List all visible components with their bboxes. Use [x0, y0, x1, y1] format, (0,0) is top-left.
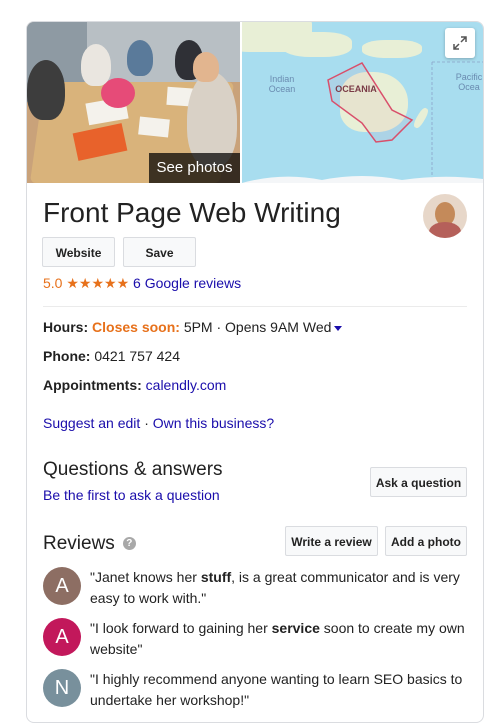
hours-label: Hours:	[43, 319, 89, 335]
avatar: N	[43, 669, 81, 707]
appointments-row: Appointments: calendly.com	[43, 377, 226, 393]
hours-detail[interactable]: 5PM · Opens 9AM Wed	[184, 319, 332, 335]
location-map[interactable]: Indian Ocean OCEANIA Pacific Ocea	[242, 22, 483, 183]
map-label-indian-ocean: Indian Ocean	[268, 74, 296, 94]
website-button[interactable]: Website	[42, 237, 115, 267]
suggest-edit-link[interactable]: Suggest an edit	[43, 415, 140, 431]
review-item[interactable]: A "I look forward to gaining her service…	[43, 618, 473, 662]
phone-value[interactable]: 0421 757 424	[94, 348, 180, 364]
divider	[43, 306, 467, 307]
business-avatar[interactable]	[423, 194, 467, 238]
review-text: "I highly recommend anyone wanting to le…	[90, 671, 463, 708]
qa-title: Questions & answers	[43, 459, 223, 480]
expand-icon	[453, 36, 467, 50]
see-photos-button[interactable]: See photos	[149, 153, 240, 183]
hours-row: Hours: Closes soon: 5PM · Opens 9AM Wed	[43, 319, 343, 335]
google-reviews-link[interactable]: 6 Google reviews	[133, 275, 241, 291]
help-icon[interactable]: ?	[122, 537, 136, 551]
rating-summary: 5.0 ★★★★★ 6 Google reviews	[43, 275, 241, 292]
phone-row: Phone: 0421 757 424	[43, 348, 180, 364]
hours-status: Closes soon:	[92, 319, 180, 335]
hero-media: See photos Indian Ocean OCEANIA Pacific …	[27, 22, 483, 183]
save-button[interactable]: Save	[123, 237, 196, 267]
edit-links-row: Suggest an edit · Own this business?	[43, 415, 274, 431]
reviews-header: Reviews?	[43, 533, 136, 555]
review-item[interactable]: N "I highly recommend anyone wanting to …	[43, 669, 473, 713]
rating-stars-icon: ★★★★★	[66, 275, 130, 291]
avatar: A	[43, 567, 81, 605]
ask-first-link[interactable]: Be the first to ask a question	[43, 487, 220, 503]
business-name: Front Page Web Writing	[43, 197, 341, 228]
business-photo[interactable]: See photos	[27, 22, 240, 183]
ask-question-button[interactable]: Ask a question	[370, 467, 467, 497]
rating-value: 5.0	[43, 275, 63, 291]
add-photo-button[interactable]: Add a photo	[385, 526, 467, 556]
appointments-label: Appointments:	[43, 377, 142, 393]
reviews-title: Reviews	[43, 533, 115, 554]
own-business-link[interactable]: Own this business?	[153, 415, 274, 431]
avatar: A	[43, 618, 81, 656]
knowledge-panel: See photos Indian Ocean OCEANIA Pacific …	[26, 21, 484, 723]
phone-label: Phone:	[43, 348, 91, 364]
expand-map-button[interactable]	[445, 28, 475, 58]
review-text: "Janet knows her stuff, is a great commu…	[90, 569, 460, 606]
write-review-button[interactable]: Write a review	[285, 526, 378, 556]
review-text: "I look forward to gaining her service s…	[90, 620, 465, 657]
map-label-oceania: OCEANIA	[335, 84, 377, 94]
separator: ·	[144, 415, 149, 431]
map-label-pacific-ocean: Pacific Ocea	[455, 72, 483, 92]
review-item[interactable]: A "Janet knows her stuff, is a great com…	[43, 567, 473, 611]
appointments-link[interactable]: calendly.com	[146, 377, 227, 393]
chevron-down-icon[interactable]	[334, 325, 343, 331]
